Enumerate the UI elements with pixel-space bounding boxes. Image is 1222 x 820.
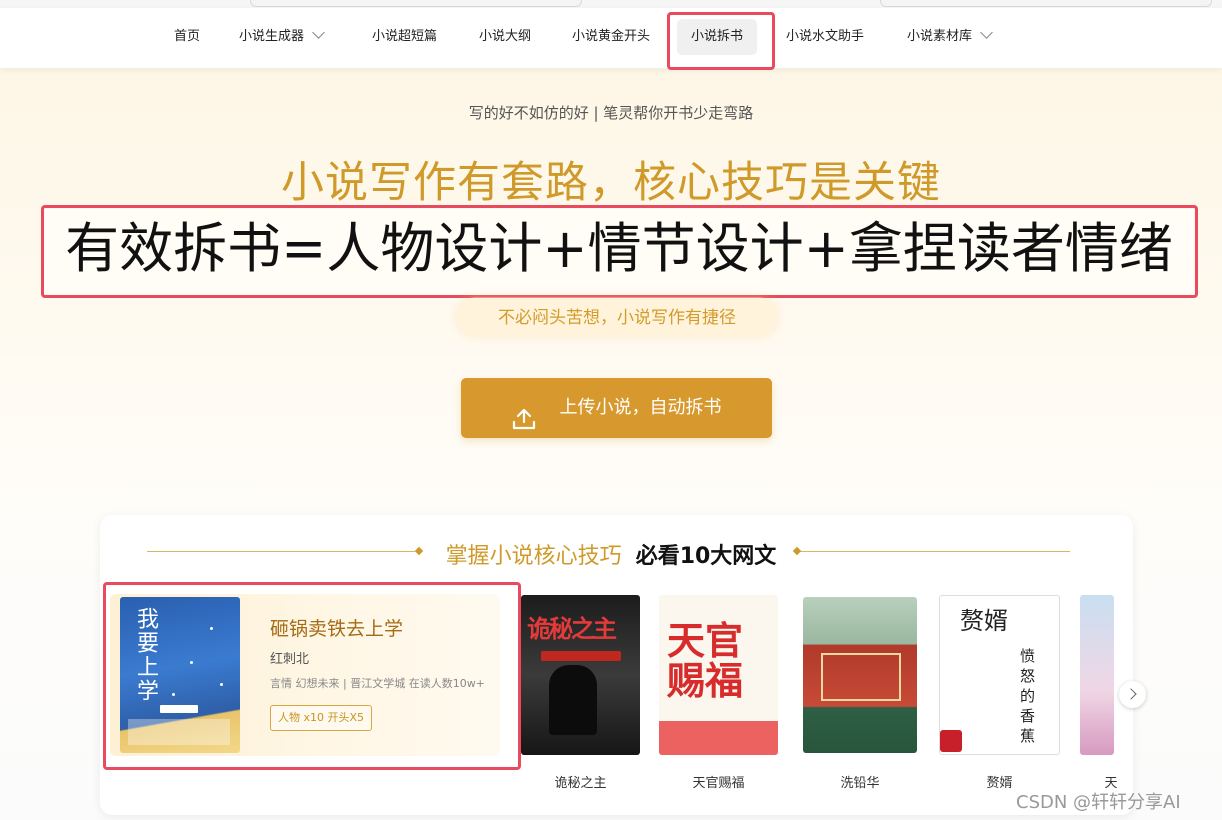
nav-item-book-breakdown[interactable]: 小说拆书 — [677, 19, 758, 55]
cover-ribbon — [541, 651, 621, 661]
hero-subtitle: 不必闷头苦想，小说写作有捷径 — [456, 297, 778, 337]
star-decoration — [210, 627, 213, 630]
nav-label: 小说黄金开头 — [572, 29, 651, 44]
nav-item-generator[interactable]: 小说生成器 — [239, 19, 325, 55]
section-title-accent: 掌握小说核心技巧 — [445, 544, 622, 569]
nav-item-filler-assistant[interactable]: 小说水文助手 — [786, 19, 864, 55]
chevron-down-icon — [312, 26, 325, 39]
featured-book-title[interactable]: 砸锅卖铁去上学 — [270, 614, 403, 641]
nav-item-short-story[interactable]: 小说超短篇 — [372, 19, 437, 55]
upload-button-label: 上传小说，自动拆书 — [559, 397, 722, 418]
cover-window — [821, 653, 901, 701]
browser-top-strip — [0, 0, 1222, 8]
star-decoration — [190, 661, 193, 664]
top-nav: 首页 小说生成器 小说超短篇 小说大纲 小说黄金开头 小说拆书 小说水文助手 小… — [0, 8, 1222, 68]
book-name[interactable]: 洗铅华 — [803, 772, 917, 791]
nav-label: 小说生成器 — [239, 29, 305, 44]
cover-title-text: 赘婿 — [960, 607, 1008, 635]
book-cover[interactable] — [803, 597, 917, 753]
hero-headline: 小说写作有套路，核心技巧是关键 — [281, 158, 941, 208]
star-decoration — [220, 683, 223, 686]
cover-title-text: 天官赐福 — [667, 619, 744, 703]
upload-novel-button[interactable]: 上传小说，自动拆书 — [461, 378, 772, 438]
nav-item-material-library[interactable]: 小说素材库 — [907, 19, 993, 55]
nav-item-golden-opening[interactable]: 小说黄金开头 — [572, 19, 650, 55]
chevron-down-icon — [980, 26, 993, 39]
browser-tab-edge — [880, 0, 1212, 7]
section-title: 掌握小说核心技巧 必看10大网文 — [0, 538, 1222, 570]
chevron-right-icon — [1125, 688, 1137, 700]
carousel-next-button[interactable] — [1119, 681, 1146, 708]
upload-icon — [512, 395, 536, 430]
featured-book-author: 红刺北 — [270, 652, 310, 667]
nav-label: 小说超短篇 — [372, 29, 438, 44]
book-name[interactable]: 天官赐福 — [659, 772, 778, 791]
featured-book-cover[interactable]: 我要上学 — [120, 597, 240, 753]
watermark: CSDN @轩轩分享AI — [1016, 792, 1181, 813]
nav-label: 小说水文助手 — [786, 29, 865, 44]
featured-book-tag: 人物 x10 开头X5 — [270, 705, 373, 731]
nav-item-outline[interactable]: 小说大纲 — [479, 19, 531, 55]
cover-badge — [160, 705, 198, 713]
cover-footer — [128, 719, 230, 745]
nav-label: 首页 — [174, 29, 201, 44]
nav-label: 小说拆书 — [691, 29, 744, 44]
book-cover[interactable]: 赘婿 愤怒的香蕉 — [939, 595, 1060, 755]
cover-subtitle-text: 愤怒的香蕉 — [1020, 647, 1036, 745]
book-name[interactable]: 诡秘之主 — [521, 772, 640, 791]
publisher-logo — [940, 730, 962, 752]
hero-formula: 有效拆书=人物设计+情节设计+拿捏读者情绪 — [44, 209, 1194, 295]
nav-item-home[interactable]: 首页 — [174, 19, 200, 55]
cover-figure — [549, 665, 597, 735]
nav-label: 小说大纲 — [479, 29, 532, 44]
cover-pattern — [659, 721, 778, 755]
star-decoration — [172, 693, 175, 696]
section-title-rest: 必看10大网文 — [635, 544, 777, 569]
browser-tab-edge — [250, 0, 582, 7]
book-cover[interactable] — [1080, 595, 1114, 755]
book-cover[interactable]: 天官赐福 — [659, 595, 778, 755]
book-cover[interactable]: 诡秘之主 — [521, 595, 640, 755]
cover-title-text: 我要上学 — [133, 607, 158, 703]
hero-tagline: 写的好不如仿的好 | 笔灵帮你开书少走弯路 — [468, 104, 754, 122]
nav-label: 小说素材库 — [907, 29, 973, 44]
cover-title-text: 诡秘之主 — [527, 615, 617, 643]
featured-book-meta: 言情 幻想未来 | 晋江文学城 在读人数10w+ — [270, 677, 485, 690]
